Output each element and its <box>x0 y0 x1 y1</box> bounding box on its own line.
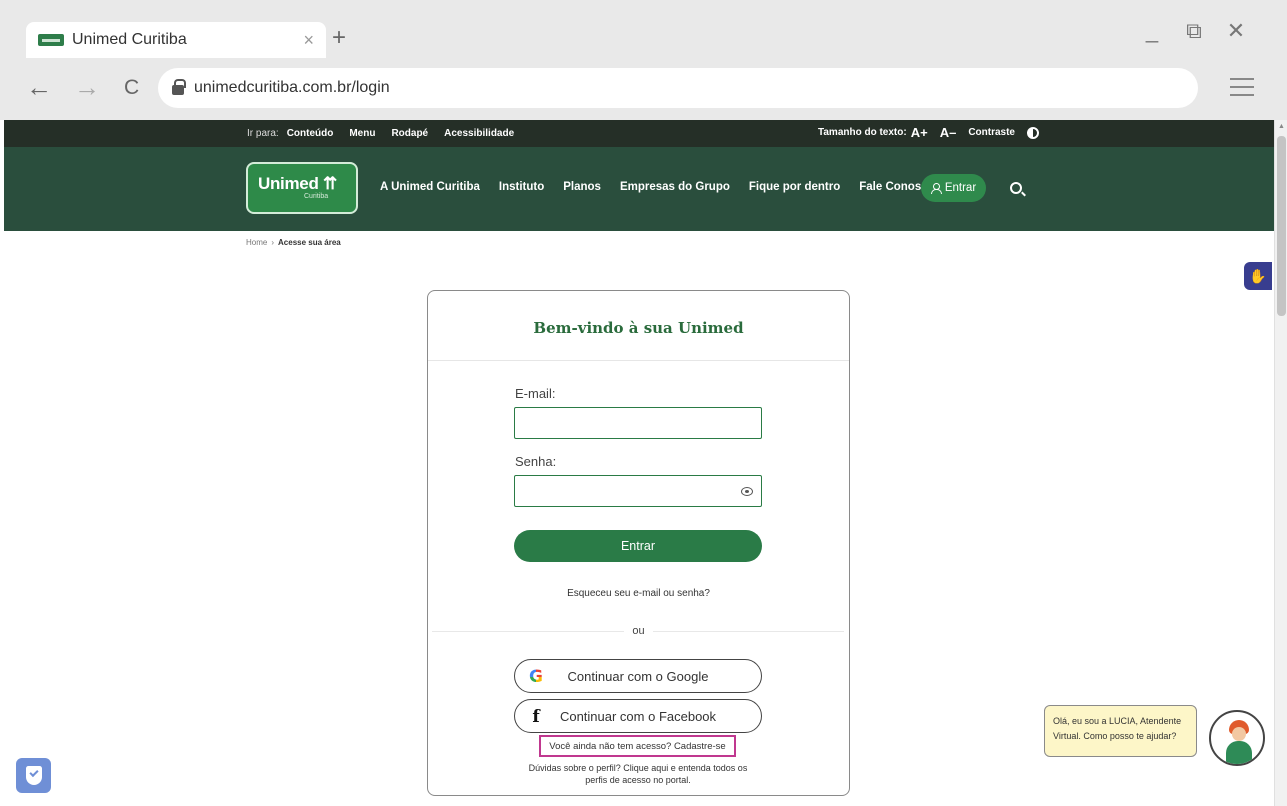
forward-arrow-icon[interactable]: → <box>74 72 100 103</box>
google-login-label: Continuar com o Google <box>567 668 709 684</box>
nav-links: A Unimed Curitiba Instituto Planos Empre… <box>380 181 935 193</box>
skip-label: Ir para: <box>247 128 279 139</box>
search-icon[interactable] <box>1010 182 1022 194</box>
utility-bar: Ir para: Conteúdo Menu Rodapé Acessibili… <box>4 120 1274 147</box>
breadcrumb-separator: › <box>271 238 275 247</box>
chat-avatar-icon[interactable] <box>1209 710 1265 766</box>
facebook-login-label: Continuar com o Facebook <box>559 708 717 724</box>
login-submit-button[interactable]: Entrar <box>514 530 762 562</box>
tab-close-icon[interactable]: × <box>303 30 314 51</box>
skip-content-link[interactable]: Conteúdo <box>287 128 334 139</box>
scroll-up-icon[interactable]: ▲ <box>1278 123 1285 130</box>
login-title: Bem-vindo à sua Unimed <box>533 319 744 337</box>
skip-footer-link[interactable]: Rodapé <box>391 128 428 139</box>
reload-icon[interactable]: C <box>124 76 139 100</box>
unimed-favicon-icon <box>38 34 64 46</box>
password-field-wrapper <box>514 475 762 507</box>
address-row: ← → C unimedcuritiba.com.br/login <box>0 66 1287 114</box>
minimize-icon[interactable]: _ <box>1141 18 1163 44</box>
address-bar[interactable]: unimedcuritiba.com.br/login <box>158 68 1198 108</box>
signup-link[interactable]: Você ainda não tem acesso? Cadastre-se <box>539 735 736 757</box>
logo-subtitle: Curitiba <box>304 193 329 200</box>
url-text: unimedcuritiba.com.br/login <box>194 79 390 96</box>
nav-login-button[interactable]: Entrar <box>921 174 986 202</box>
text-size-label: Tamanho do texto: <box>818 127 907 138</box>
help-line-1: Dúvidas sobre o perfil? Clique aqui e en… <box>528 763 748 773</box>
forgot-password-link[interactable]: Esqueceu seu e-mail ou senha? <box>428 588 849 599</box>
facebook-icon: f <box>532 707 540 727</box>
scroll-thumb[interactable] <box>1277 136 1286 316</box>
breadcrumb-current: Acesse sua área <box>278 238 341 247</box>
browser-chrome: Unimed Curitiba × + _ ⧉ ✕ ← → C unimedcu… <box>0 0 1287 120</box>
skip-menu-link[interactable]: Menu <box>349 128 375 139</box>
nav-item-about[interactable]: A Unimed Curitiba <box>380 181 480 193</box>
tab-title: Unimed Curitiba <box>72 31 187 48</box>
nav-item-companies[interactable]: Empresas do Grupo <box>620 181 730 193</box>
privacy-shield-icon[interactable] <box>16 758 51 793</box>
breadcrumb-home[interactable]: Home <box>246 238 267 247</box>
back-arrow-icon[interactable]: ← <box>26 72 52 103</box>
close-window-icon[interactable]: ✕ <box>1225 18 1247 44</box>
main-nav: Unimed ⇈ Curitiba A Unimed Curitiba Inst… <box>4 147 1274 231</box>
or-separator: ou <box>428 625 849 637</box>
user-icon <box>930 183 942 194</box>
profile-help-link[interactable]: Dúvidas sobre o perfil? Clique aqui e en… <box>508 762 768 786</box>
logo-symbol-icon: ⇈ <box>322 174 337 193</box>
help-line-2: perfis de acesso no portal. <box>585 775 691 785</box>
nav-item-institute[interactable]: Instituto <box>499 181 544 193</box>
nav-item-news[interactable]: Fique por dentro <box>749 181 840 193</box>
password-label: Senha: <box>515 454 557 469</box>
password-field[interactable] <box>515 476 761 506</box>
window-controls: _ ⧉ ✕ <box>1141 18 1247 44</box>
google-login-button[interactable]: G Continuar com o Google <box>514 659 762 693</box>
increase-text-button[interactable]: A+ <box>911 125 928 140</box>
or-text: ou <box>624 625 653 637</box>
contrast-label[interactable]: Contraste <box>968 127 1015 138</box>
lock-icon <box>172 79 186 95</box>
sign-language-icon[interactable]: ✋ <box>1244 262 1272 290</box>
unimed-logo[interactable]: Unimed ⇈ Curitiba <box>246 162 358 214</box>
chat-bubble[interactable]: Olá, eu sou a LUCIA, Atendente Virtual. … <box>1044 705 1197 757</box>
skip-links: Ir para: Conteúdo Menu Rodapé Acessibili… <box>247 128 514 139</box>
decrease-text-button[interactable]: A– <box>940 125 957 140</box>
facebook-login-button[interactable]: f Continuar com o Facebook <box>514 699 762 733</box>
restore-icon[interactable]: ⧉ <box>1183 18 1205 44</box>
breadcrumb: Home › Acesse sua área <box>246 238 341 247</box>
new-tab-icon[interactable]: + <box>332 24 346 52</box>
accessibility-link[interactable]: Acessibilidade <box>444 128 514 139</box>
show-password-icon[interactable] <box>741 487 753 496</box>
browser-tab[interactable]: Unimed Curitiba × <box>26 22 326 58</box>
text-controls: Tamanho do texto: A+ A– Contraste <box>818 125 1039 140</box>
card-divider <box>428 360 849 361</box>
nav-item-plans[interactable]: Planos <box>563 181 601 193</box>
contrast-icon[interactable] <box>1027 126 1039 139</box>
browser-menu-icon[interactable] <box>1230 78 1254 96</box>
login-card: Bem-vindo à sua Unimed E-mail: Senha: En… <box>427 290 850 796</box>
logo-word: Unimed <box>258 174 319 193</box>
email-field-wrapper <box>514 407 762 439</box>
email-label: E-mail: <box>515 386 556 401</box>
nav-login-label: Entrar <box>944 182 977 194</box>
page-scrollbar[interactable]: ▲ <box>1274 120 1287 806</box>
email-field[interactable] <box>515 408 761 438</box>
google-icon: G <box>527 667 545 687</box>
